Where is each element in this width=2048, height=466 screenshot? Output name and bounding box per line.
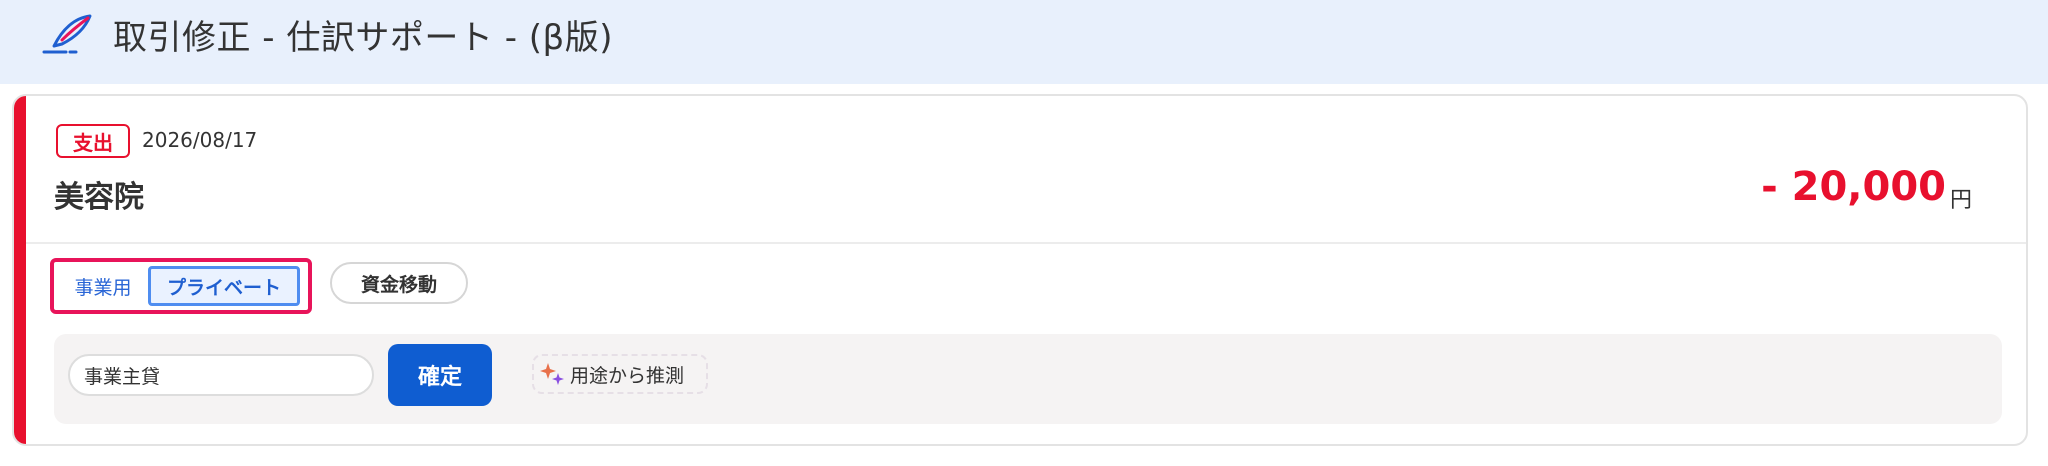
payee-name: 美容院 — [54, 180, 144, 215]
expense-accent-bar — [14, 96, 26, 444]
app-header: 取引修正 - 仕訳サポート - (β版) — [0, 0, 2048, 84]
business-private-toggle: 事業用 プライベート — [50, 258, 312, 314]
transaction-date: 2026/08/17 — [142, 128, 258, 152]
business-option-button[interactable]: 事業用 — [58, 266, 148, 306]
sparkle-icon — [540, 363, 564, 385]
fund-transfer-button[interactable]: 資金移動 — [330, 262, 468, 304]
expense-type-badge: 支出 — [56, 124, 130, 158]
infer-label: 用途から推測 — [570, 364, 685, 387]
confirm-button[interactable]: 確定 — [388, 344, 492, 406]
currency-unit: 円 — [1949, 188, 1972, 213]
private-option-button[interactable]: プライベート — [148, 266, 300, 306]
account-panel: 確定 用途から推測 — [54, 334, 2002, 424]
transaction-card: 支出 2026/08/17 美容院 - 20,000 円 事業用 プライベート … — [12, 94, 2028, 446]
infer-from-usage-button[interactable]: 用途から推測 — [532, 354, 708, 394]
account-input[interactable] — [68, 354, 374, 396]
transaction-amount: - 20,000 — [1761, 164, 1946, 210]
card-divider — [26, 242, 2026, 244]
quill-pen-icon — [40, 12, 96, 56]
page-title: 取引修正 - 仕訳サポート - (β版) — [113, 18, 613, 58]
